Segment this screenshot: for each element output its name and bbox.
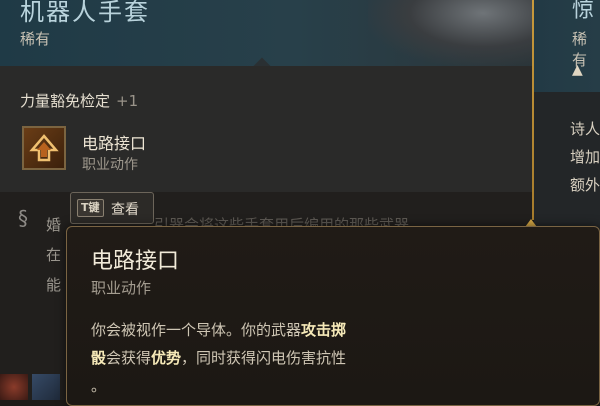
tooltip-line-1: 你会被视作一个导体。你的武器攻击掷 xyxy=(91,319,346,340)
desc-line-3: 能 xyxy=(46,276,62,294)
tooltip-line-3: 。 xyxy=(91,377,107,395)
tooltip-text: 你会被视作一个导体。你的武器 xyxy=(91,321,302,339)
check-section: 力量豁免检定 +1 电路接口 职业动作 xyxy=(0,66,532,192)
tooltip-keyword[interactable]: 骰 xyxy=(91,349,106,367)
tooltip-line-2: 骰会获得优势，同时获得闪电伤害抗性 xyxy=(91,347,346,368)
desc-line-2: 在 xyxy=(46,246,62,264)
thumbnail-icon[interactable] xyxy=(32,374,60,400)
item-art xyxy=(368,0,532,66)
arrow-up-lightning-icon xyxy=(29,134,59,162)
saving-throw-text: 力量豁免检定 xyxy=(20,92,111,110)
action-name[interactable]: 电路接口 xyxy=(82,130,146,154)
tooltip-text: ，同时获得闪电伤害抗性 xyxy=(181,349,347,367)
thumbnail-icon[interactable] xyxy=(0,374,28,400)
item-header: 机器人手套 稀有 xyxy=(0,0,532,66)
item-rarity: 稀有 xyxy=(20,30,51,48)
saving-throw-label: 力量豁免检定 +1 xyxy=(20,90,138,111)
tooltip-title: 电路接口 xyxy=(91,249,180,274)
inventory-thumbnails xyxy=(0,374,64,400)
tooltip-subtitle: 职业动作 xyxy=(91,279,152,297)
view-label: 查看 xyxy=(111,202,139,218)
tooltip-keyword[interactable]: 优势 xyxy=(151,349,181,367)
t-key-badge: T键 xyxy=(77,199,104,217)
compare-title: 惊 xyxy=(572,0,595,23)
saving-throw-bonus: +1 xyxy=(116,92,139,110)
action-tooltip: 电路接口 职业动作 你会被视作一个导体。你的武器攻击掷 骰会获得优势，同时获得闪… xyxy=(66,226,600,406)
desc-line-1: 婚 xyxy=(46,216,62,234)
action-icon[interactable] xyxy=(22,126,66,170)
view-button[interactable]: T键 查看 xyxy=(70,192,154,224)
item-title: 机器人手套 xyxy=(20,0,150,26)
tooltip-text: 会获得 xyxy=(106,349,152,367)
warning-icon: ▲ xyxy=(572,62,583,78)
compare-line-3: 额外 xyxy=(570,176,600,194)
compare-line-1: 诗人 xyxy=(570,120,600,138)
compare-line-2: 增加 xyxy=(570,148,600,166)
tooltip-keyword[interactable]: 攻击掷 xyxy=(301,321,346,339)
hook-icon: § xyxy=(18,206,28,230)
action-type: 职业动作 xyxy=(82,157,138,173)
